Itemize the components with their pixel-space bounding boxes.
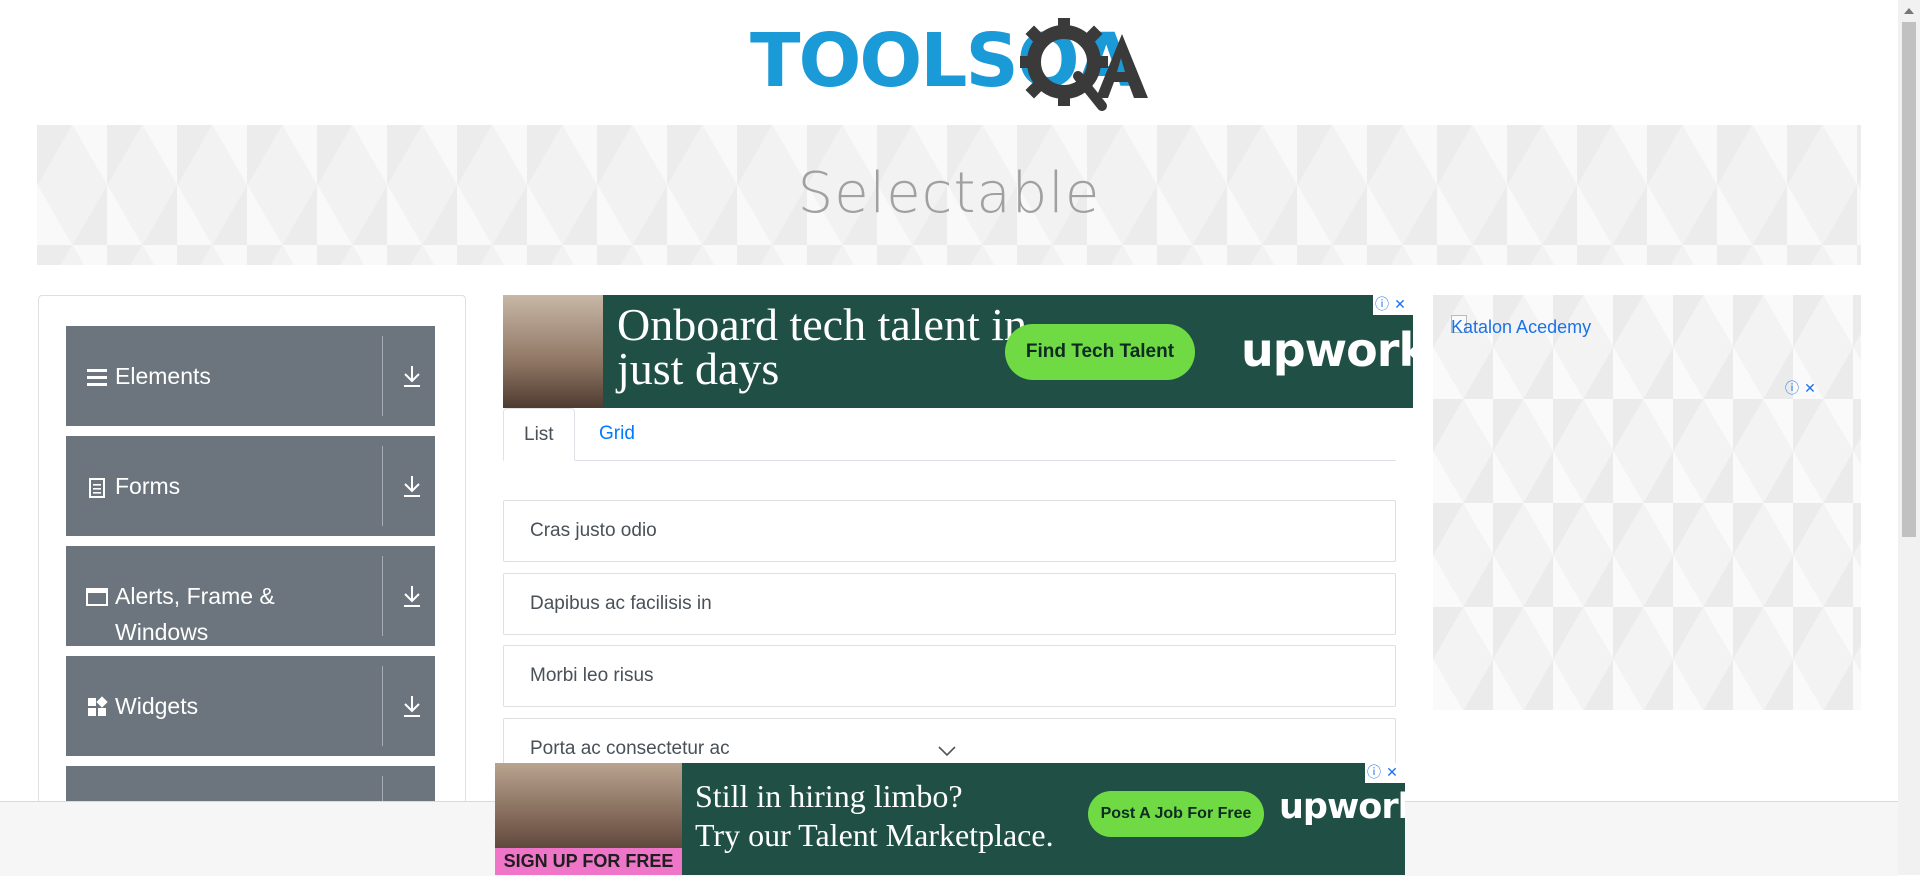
page-title: Selectable (797, 161, 1101, 226)
list-item[interactable]: Dapibus ac facilisis in (503, 573, 1396, 635)
sidebar-group-label: Widgets (115, 693, 199, 719)
tab-grid[interactable]: Grid (579, 408, 655, 460)
divider (382, 666, 383, 746)
divider (382, 336, 383, 416)
upwork-logo: upwork (1241, 323, 1413, 377)
download-arrow-icon[interactable] (402, 584, 422, 608)
ad-banner-top[interactable]: Onboard tech talent in just days Find Te… (503, 295, 1413, 408)
ad-sidebar-right[interactable]: Katalon Acedemy ⓘ ✕ (1433, 295, 1861, 710)
ad-choices[interactable]: ⓘ ✕ (1783, 379, 1823, 399)
ad-headline-line1: Still in hiring limbo? (695, 778, 963, 814)
list-item[interactable]: Cras justo odio (503, 500, 1396, 562)
ad-photo (503, 295, 603, 408)
ad-signup-label[interactable]: SIGN UP FOR FREE (495, 848, 682, 875)
ad-info-icon[interactable]: ⓘ (1783, 379, 1801, 397)
upwork-logo: upwork (1279, 787, 1405, 827)
page-banner: Selectable (37, 125, 1861, 265)
ad-close-icon[interactable]: ✕ (1383, 763, 1401, 781)
logo-a-icon (1096, 34, 1148, 98)
site-logo[interactable]: TOOLSQA (750, 18, 1150, 114)
tab-list[interactable]: List (503, 408, 575, 461)
sidebar-group-label: Forms (115, 473, 181, 499)
ad-cta-button[interactable]: Find Tech Talent (1005, 324, 1195, 380)
sidebar-group-alerts[interactable]: Alerts, Frame & Windows (66, 546, 435, 646)
ad-info-icon[interactable]: ⓘ (1365, 763, 1383, 781)
ad-cta-button[interactable]: Post A Job For Free (1088, 791, 1264, 837)
sidebar: Elements Forms Alerts, Frame & Windows W… (38, 295, 466, 866)
divider (382, 446, 383, 526)
ad-close-icon[interactable]: ✕ (1391, 295, 1409, 313)
ad-headline: Still in hiring limbo? Try our Talent Ma… (695, 777, 1115, 855)
tabs: List Grid (503, 408, 1396, 461)
list-item[interactable]: Morbi leo risus (503, 645, 1396, 707)
divider (382, 556, 383, 636)
ad-close-icon[interactable]: ✕ (1801, 379, 1819, 397)
chevron-down-icon[interactable] (937, 745, 957, 757)
hamburger-icon (87, 369, 107, 386)
sidebar-group-label: Elements (115, 363, 211, 389)
ad-image-alt-text[interactable]: Katalon Acedemy (1451, 317, 1591, 338)
download-arrow-icon[interactable] (402, 694, 422, 718)
ad-choices[interactable]: ⓘ ✕ (1365, 763, 1405, 783)
sidebar-group-widgets[interactable]: Widgets (66, 656, 435, 756)
window-icon (86, 588, 108, 606)
ad-headline-line2: Try our Talent Marketplace. (695, 817, 1054, 853)
sidebar-group-elements[interactable]: Elements (66, 326, 435, 426)
sidebar-group-forms[interactable]: Forms (66, 436, 435, 536)
scroll-thumb[interactable] (1902, 22, 1916, 537)
download-arrow-icon[interactable] (402, 474, 422, 498)
ad-info-icon[interactable]: ⓘ (1373, 295, 1391, 313)
sidebar-group-label: Alerts, Frame & Windows (115, 583, 275, 645)
download-arrow-icon[interactable] (402, 364, 422, 388)
ad-headline: Onboard tech talent in just days (617, 299, 1028, 394)
widgets-icon (88, 696, 108, 716)
ad-choices[interactable]: ⓘ ✕ (1373, 295, 1413, 315)
ad-banner-bottom[interactable]: SIGN UP FOR FREE Still in hiring limbo? … (495, 763, 1405, 875)
vertical-scrollbar[interactable] (1898, 0, 1920, 875)
scroll-up-arrow-icon[interactable] (1898, 0, 1920, 22)
document-icon (89, 478, 105, 498)
